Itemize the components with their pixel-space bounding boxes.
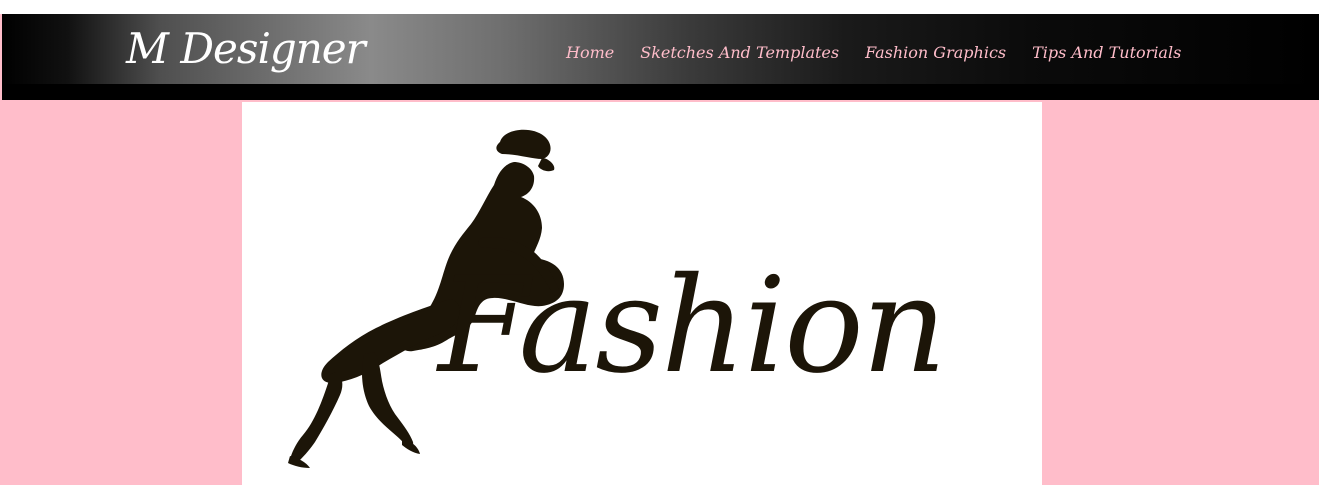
brand-logo[interactable]: M Designer: [126, 24, 366, 74]
hero-banner: Fashion: [242, 102, 1042, 485]
top-strip: [0, 0, 1319, 14]
nav-link-home[interactable]: Home: [566, 43, 614, 62]
main-nav: Home Sketches And Templates Fashion Grap…: [566, 43, 1181, 62]
site-header: M Designer Home Sketches And Templates F…: [2, 14, 1319, 100]
nav-link-tips-and-tutorials[interactable]: Tips And Tutorials: [1032, 43, 1181, 62]
header-band: M Designer Home Sketches And Templates F…: [2, 14, 1319, 84]
page: M Designer Home Sketches And Templates F…: [0, 0, 1319, 485]
nav-link-fashion-graphics[interactable]: Fashion Graphics: [865, 43, 1006, 62]
hero-fashion-word: Fashion: [438, 249, 947, 403]
nav-link-sketches-and-templates[interactable]: Sketches And Templates: [640, 43, 839, 62]
